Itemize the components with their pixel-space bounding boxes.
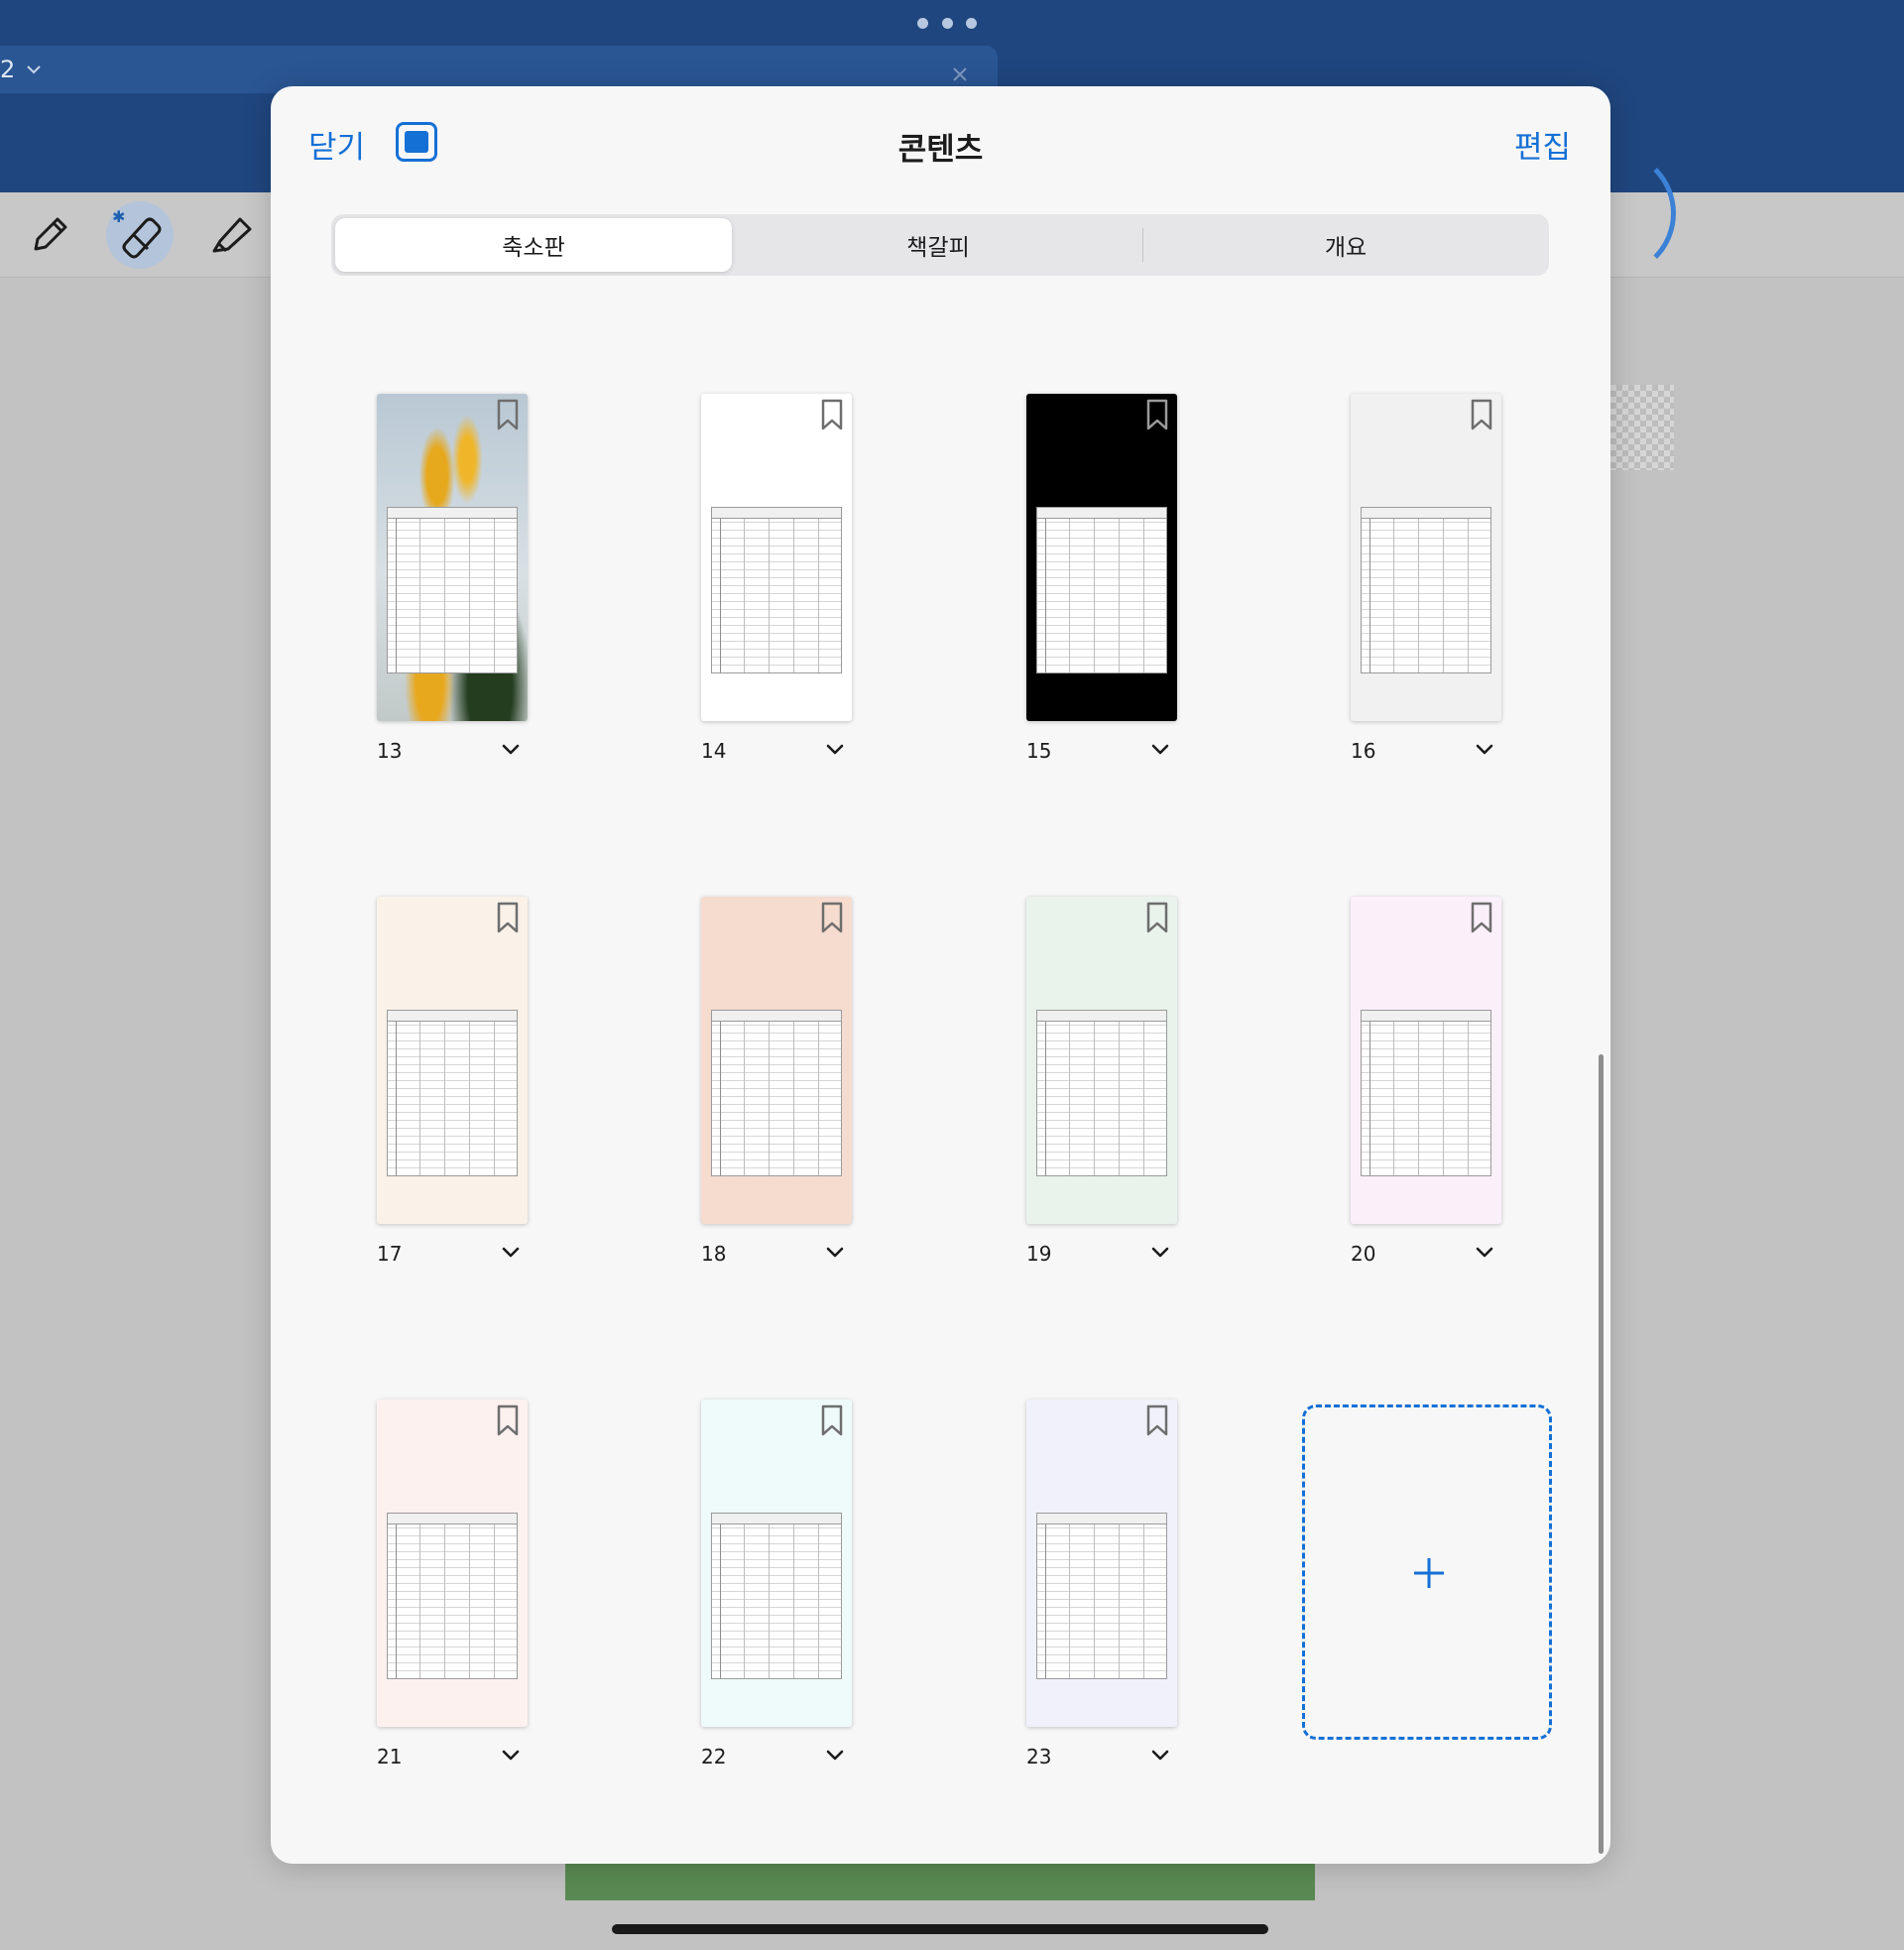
bookmark-icon[interactable] xyxy=(818,1403,846,1437)
page-thumbnail[interactable] xyxy=(377,1400,528,1727)
page-thumbnail[interactable] xyxy=(701,1400,852,1727)
page-thumbnail[interactable] xyxy=(1026,1400,1177,1727)
page-number-label: 18 xyxy=(701,1242,727,1266)
page-thumbnail-item: 16 xyxy=(1351,394,1501,771)
timetable-preview xyxy=(711,507,842,673)
page-thumbnail[interactable] xyxy=(701,897,852,1224)
document-tab-title: 2 xyxy=(0,56,16,83)
chevron-down-icon[interactable] xyxy=(1474,739,1495,761)
page-thumbnail[interactable] xyxy=(1351,394,1501,721)
more-options-icon[interactable] xyxy=(917,15,977,31)
page-number-label: 13 xyxy=(377,739,403,763)
chevron-down-icon[interactable] xyxy=(1149,739,1171,761)
bookmark-icon[interactable] xyxy=(494,1403,522,1437)
page-thumbnail-item: 19 xyxy=(1026,897,1177,1274)
page-number-label: 20 xyxy=(1351,1242,1376,1266)
chevron-down-icon[interactable] xyxy=(1474,1242,1495,1264)
page-thumbnail[interactable] xyxy=(1026,897,1177,1224)
page-thumbnail-item: 21 xyxy=(377,1400,528,1776)
page-thumbnail-item: 13 xyxy=(377,394,528,771)
tab-outline[interactable]: 개요 xyxy=(1146,218,1545,272)
page-number-label: 15 xyxy=(1026,739,1052,763)
timetable-preview xyxy=(1361,507,1491,673)
timetable-preview xyxy=(1361,1010,1491,1176)
page-thumbnail-item: 22 xyxy=(701,1400,852,1776)
page-number-label: 14 xyxy=(701,739,727,763)
contents-modal: 닫기 콘텐츠 편집 축소판 책갈피 개요 13 14 15 16 17 18 19 20 21 2… xyxy=(271,86,1610,1864)
segment-divider xyxy=(1142,228,1143,262)
chevron-down-icon[interactable] xyxy=(500,1745,522,1767)
chevron-down-icon[interactable] xyxy=(824,739,846,761)
chevron-down-icon[interactable] xyxy=(824,1745,846,1767)
chevron-down-icon[interactable] xyxy=(1149,1242,1171,1264)
bookmark-icon[interactable] xyxy=(494,398,522,431)
bluetooth-icon: ✱ xyxy=(112,207,126,226)
page-thumbnail[interactable] xyxy=(1026,394,1177,721)
timetable-preview xyxy=(1036,1513,1167,1679)
bookmark-icon[interactable] xyxy=(1468,398,1495,431)
page-number-label: 19 xyxy=(1026,1242,1052,1266)
bookmark-icon[interactable] xyxy=(1143,901,1171,934)
page-thumbnail-item: 14 xyxy=(701,394,852,771)
tab-bookmarks[interactable]: 책갈피 xyxy=(738,218,1138,272)
page-thumbnail-item: 20 xyxy=(1351,897,1501,1274)
bookmark-icon[interactable] xyxy=(818,398,846,431)
bookmark-icon[interactable] xyxy=(1143,398,1171,431)
page-number-label: 17 xyxy=(377,1242,403,1266)
segmented-control: 축소판 책갈피 개요 xyxy=(331,214,1549,276)
chevron-down-icon[interactable] xyxy=(500,1242,522,1264)
page-thumbnail[interactable] xyxy=(1351,897,1501,1224)
page-thumbnail[interactable] xyxy=(377,394,528,721)
add-page-button[interactable] xyxy=(1302,1404,1552,1740)
page-number-label: 21 xyxy=(377,1745,403,1768)
timetable-preview xyxy=(387,507,518,673)
page-number-label: 23 xyxy=(1026,1745,1052,1768)
page-thumbnail-item: 18 xyxy=(701,897,852,1274)
bookmark-icon[interactable] xyxy=(818,901,846,934)
page-thumbnail[interactable] xyxy=(377,897,528,1224)
bookmark-icon[interactable] xyxy=(1468,901,1495,934)
pencil-icon xyxy=(34,217,67,251)
page-number-label: 16 xyxy=(1351,739,1376,763)
edit-button[interactable]: 편집 xyxy=(1514,122,1571,167)
timetable-preview xyxy=(1036,1010,1167,1176)
chevron-down-icon[interactable] xyxy=(1149,1745,1171,1767)
chevron-down-icon[interactable] xyxy=(24,60,44,79)
chevron-down-icon[interactable] xyxy=(500,739,522,761)
chevron-down-icon[interactable] xyxy=(824,1242,846,1264)
timetable-preview xyxy=(387,1010,518,1176)
page-number-label: 22 xyxy=(701,1745,727,1768)
timetable-preview xyxy=(387,1513,518,1679)
page-thumbnail[interactable] xyxy=(701,394,852,721)
close-icon[interactable] xyxy=(949,63,971,85)
modal-title: 콘텐츠 xyxy=(897,132,984,168)
page-thumbnail-item: 17 xyxy=(377,897,528,1274)
highlighter-tool[interactable] xyxy=(202,207,258,263)
timetable-preview xyxy=(711,1010,842,1176)
plus-icon xyxy=(1414,1558,1444,1588)
home-indicator[interactable] xyxy=(612,1924,1268,1934)
bookmark-icon[interactable] xyxy=(1143,1403,1171,1437)
page-thumbnail-item: 15 xyxy=(1026,394,1177,771)
page-thumbnail-item: 23 xyxy=(1026,1400,1177,1776)
highlighter-icon xyxy=(212,217,252,253)
tab-thumbnails[interactable]: 축소판 xyxy=(335,218,732,272)
scrollbar[interactable] xyxy=(1599,1054,1604,1854)
timetable-preview xyxy=(711,1513,842,1679)
bookmark-icon[interactable] xyxy=(494,901,522,934)
timetable-preview xyxy=(1036,507,1167,673)
pen-tool[interactable] xyxy=(22,207,77,263)
color-swatch[interactable] xyxy=(1610,385,1674,470)
